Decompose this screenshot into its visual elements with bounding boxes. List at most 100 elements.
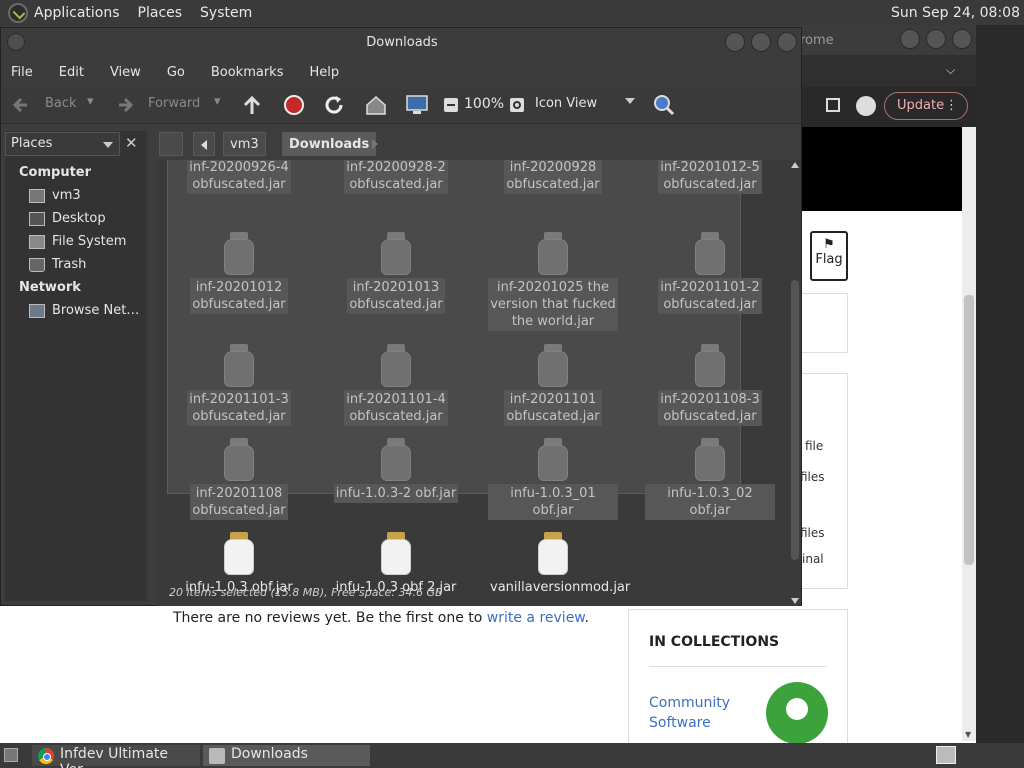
panel-menu-system[interactable]: System: [200, 5, 252, 21]
file-label-line: inf-20200928-2: [346, 160, 446, 175]
menu-view[interactable]: View: [110, 65, 141, 80]
tab-search-chevron-icon[interactable]: ⌵: [946, 63, 955, 78]
sidebar-item-desktop[interactable]: Desktop: [29, 211, 106, 226]
sidebar-item-trash[interactable]: Trash: [29, 257, 86, 272]
workspace-switcher[interactable]: [936, 746, 956, 764]
more-menu-icon[interactable]: ⋮: [945, 98, 958, 113]
update-button[interactable]: Update ⋮: [884, 92, 968, 120]
collection-link[interactable]: Community Software: [649, 693, 749, 733]
file-item[interactable]: inf-20201108 obfuscated.jar: [174, 438, 304, 520]
menu-edit[interactable]: Edit: [59, 65, 84, 80]
zoom-in-icon[interactable]: [507, 92, 533, 118]
jar-file-icon: [538, 532, 568, 576]
show-desktop-icon[interactable]: [4, 748, 18, 762]
up-arrow-icon[interactable]: [239, 92, 265, 118]
file-item[interactable]: inf-20200926-4 obfuscated.jar: [174, 160, 304, 194]
task-downloads[interactable]: Downloads: [203, 745, 370, 766]
update-label: Update: [897, 98, 945, 113]
write-review-link[interactable]: write a review: [487, 610, 585, 626]
file-label: inf-20201012-5 obfuscated.jar: [658, 160, 762, 194]
file-view-scrollbar[interactable]: [791, 160, 799, 606]
open-source-logo-icon[interactable]: [766, 682, 828, 744]
file-item[interactable]: inf-20201101-3 obfuscated.jar: [174, 344, 304, 426]
path-crumb-vm3[interactable]: vm3: [223, 132, 266, 156]
scroll-up-icon[interactable]: [791, 162, 799, 168]
panel-clock[interactable]: Sun Sep 24, 08:08: [891, 5, 1020, 21]
file-item[interactable]: vanillaversionmod.jar: [488, 532, 630, 597]
file-item[interactable]: inf-20201108-3 obfuscated.jar: [645, 344, 775, 426]
file-view[interactable]: inf-20200926-4 obfuscated.jar inf-20200928…: [157, 160, 799, 606]
reload-icon[interactable]: [321, 92, 347, 118]
menu-go[interactable]: Go: [167, 65, 185, 80]
path-forward-icon[interactable]: [372, 139, 378, 149]
panel-menu-applications[interactable]: Applications: [34, 5, 120, 21]
browser-maximize-icon[interactable]: [926, 29, 946, 49]
path-back-icon[interactable]: [193, 132, 215, 156]
browser-scrollbar[interactable]: ▼: [962, 127, 976, 741]
sidebar-item-browse-network[interactable]: Browse Net…: [29, 303, 139, 318]
file-item[interactable]: inf-20200928-2 obfuscated.jar: [331, 160, 461, 194]
back-arrow-icon[interactable]: [9, 92, 35, 118]
file-item[interactable]: inf-20201101 obfuscated.jar: [488, 344, 618, 426]
panel-menu-places[interactable]: Places: [138, 5, 183, 21]
file-view-scrollbar-thumb[interactable]: [791, 280, 799, 560]
edit-location-icon[interactable]: [159, 132, 183, 156]
scroll-down-icon[interactable]: ▼: [965, 730, 971, 739]
file-item[interactable]: infu-1.0.3_02 obf.jar: [645, 438, 775, 520]
flag-button[interactable]: ⚑ Flag: [810, 231, 848, 281]
forward-arrow-icon[interactable]: [113, 92, 139, 118]
no-reviews-text: There are no reviews yet. Be the first o…: [173, 610, 589, 626]
menu-help[interactable]: Help: [309, 65, 339, 80]
download-option-fragment[interactable]: file: [805, 439, 823, 453]
file-item[interactable]: inf-20201012-5 obfuscated.jar: [645, 160, 775, 194]
browser-title: rome: [800, 33, 834, 48]
side-panel-icon[interactable]: [826, 98, 840, 112]
file-label-line: obfuscated.jar: [192, 409, 286, 424]
forward-button[interactable]: Forward: [148, 96, 200, 111]
fm-minimize-icon[interactable]: [725, 32, 745, 52]
jar-file-icon: [381, 232, 411, 276]
search-icon[interactable]: [651, 92, 677, 118]
file-item[interactable]: inf-20201012 obfuscated.jar: [174, 232, 304, 314]
sidebar-close-icon[interactable]: ✕: [125, 134, 138, 152]
scroll-down-icon[interactable]: [791, 598, 799, 604]
path-crumb-downloads[interactable]: Downloads: [282, 132, 377, 156]
file-label: inf-20200926-4 obfuscated.jar: [187, 160, 291, 194]
file-item[interactable]: infu-1.0.3-2 obf.jar: [331, 438, 461, 503]
flag-icon: ⚑: [823, 237, 835, 252]
sidebar-item-vm3[interactable]: vm3: [29, 188, 81, 203]
home-icon[interactable]: [363, 92, 389, 118]
view-mode-dropdown-icon[interactable]: [625, 98, 635, 104]
sidebar-selector[interactable]: Places: [5, 132, 120, 156]
back-button[interactable]: Back: [45, 96, 77, 111]
file-item[interactable]: inf-20201101-2 obfuscated.jar: [645, 232, 775, 314]
browser-close-icon[interactable]: [952, 29, 972, 49]
back-dropdown-icon[interactable]: ▾: [87, 94, 94, 109]
sidebar-item-file-system[interactable]: File System: [29, 234, 126, 249]
download-option-fragment[interactable]: files: [800, 526, 825, 540]
file-item[interactable]: inf-20201101-4 obfuscated.jar: [331, 344, 461, 426]
download-option-fragment[interactable]: inal: [802, 552, 824, 566]
browser-scrollbar-thumb[interactable]: [964, 295, 974, 565]
download-option-fragment[interactable]: files: [800, 470, 825, 484]
forward-dropdown-icon[interactable]: ▾: [214, 94, 221, 109]
mate-logo-icon[interactable]: [8, 2, 28, 23]
file-label-line: inf-20200928: [509, 160, 597, 175]
file-item[interactable]: inf-20200928 obfuscated.jar: [488, 160, 618, 194]
zoom-out-icon[interactable]: [439, 92, 465, 118]
location-bar: vm3 Downloads: [157, 131, 797, 157]
stop-icon[interactable]: [281, 92, 307, 118]
file-item[interactable]: infu-1.0.3_01 obf.jar: [488, 438, 618, 520]
menu-bookmarks[interactable]: Bookmarks: [211, 65, 284, 80]
task-browser[interactable]: Infdev Ultimate Ver…: [32, 745, 200, 768]
top-panel: Applications Places System Sun Sep 24, 0…: [0, 0, 1024, 25]
file-item[interactable]: inf-20201013 obfuscated.jar: [331, 232, 461, 314]
view-mode-select[interactable]: Icon View: [535, 96, 597, 111]
fm-maximize-icon[interactable]: [751, 32, 771, 52]
menu-file[interactable]: File: [11, 65, 33, 80]
fm-close-icon[interactable]: [777, 32, 797, 52]
browser-minimize-icon[interactable]: [900, 29, 920, 49]
file-item[interactable]: inf-20201025 the version that fucked the w…: [488, 232, 618, 331]
computer-icon[interactable]: [404, 92, 430, 118]
profile-avatar-icon[interactable]: [856, 96, 876, 116]
